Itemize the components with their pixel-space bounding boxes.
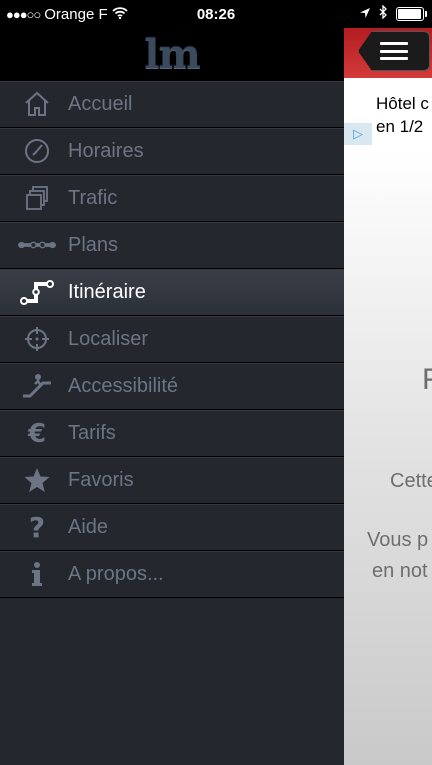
question-icon: ? xyxy=(17,512,57,542)
menu-item-star[interactable]: Favoris xyxy=(0,457,344,504)
menu-list: Accueil Horaires Trafic Plans Itinéraire Loca… xyxy=(0,81,344,598)
content-text-1: Cette xyxy=(390,470,432,492)
menu-item-label: Itinéraire xyxy=(68,280,146,303)
euro-icon: € xyxy=(17,418,57,448)
app-logo: lm xyxy=(144,31,201,78)
route-icon xyxy=(17,277,57,307)
clock-icon xyxy=(17,136,57,166)
svg-text:€: € xyxy=(27,419,46,447)
status-bar: ●●●○○ Orange F 08:26 xyxy=(0,0,432,28)
menu-item-route[interactable]: Itinéraire xyxy=(0,269,344,316)
menu-item-question[interactable]: ? Aide xyxy=(0,504,344,551)
ad-choices-icon[interactable]: ▷ xyxy=(344,123,372,145)
status-right xyxy=(359,4,427,23)
menu-toggle-button[interactable] xyxy=(358,31,430,71)
menu-item-traffic[interactable]: Trafic xyxy=(0,175,344,222)
escalator-icon xyxy=(17,371,57,401)
ad-line-1: Hôtel c xyxy=(376,94,429,113)
traffic-icon xyxy=(17,183,57,213)
menu-item-map-line[interactable]: Plans xyxy=(0,222,344,269)
menu-item-escalator[interactable]: Accessibilité xyxy=(0,363,344,410)
menu-item-home[interactable]: Accueil xyxy=(0,81,344,128)
main-content: Hôtel c en 1/2 ▷ F Cette Vous p en not xyxy=(344,28,432,765)
battery-icon xyxy=(396,7,427,21)
menu-item-label: Trafic xyxy=(68,186,118,209)
hamburger-icon xyxy=(380,42,408,60)
home-icon xyxy=(17,89,57,119)
menu-item-label: A propos... xyxy=(68,562,164,585)
ad-banner-text[interactable]: Hôtel c en 1/2 xyxy=(376,92,429,138)
location-arrow-icon xyxy=(359,6,371,23)
crosshair-icon xyxy=(17,324,57,354)
menu-item-euro[interactable]: € Tarifs xyxy=(0,410,344,457)
menu-item-label: Localiser xyxy=(68,327,149,350)
svg-text:?: ? xyxy=(29,513,45,541)
menu-item-label: Plans xyxy=(68,233,119,256)
ad-line-2: en 1/2 xyxy=(376,117,424,136)
menu-item-label: Favoris xyxy=(68,468,134,491)
menu-item-info[interactable]: A propos... xyxy=(0,551,344,598)
menu-item-label: Tarifs xyxy=(68,421,116,444)
content-heading: F xyxy=(422,363,432,396)
side-menu: lm Accueil Horaires Trafic Plans Itinéraire L… xyxy=(0,28,344,765)
star-icon xyxy=(17,465,57,495)
bluetooth-icon xyxy=(379,4,388,23)
content-header xyxy=(344,28,432,78)
menu-header: lm xyxy=(0,28,344,81)
menu-item-clock[interactable]: Horaires xyxy=(0,128,344,175)
menu-item-label: Accessibilité xyxy=(68,374,179,397)
content-text-2: Vous p xyxy=(367,529,429,551)
map-line-icon xyxy=(17,230,57,260)
content-text-3: en not xyxy=(372,560,428,582)
menu-item-crosshair[interactable]: Localiser xyxy=(0,316,344,363)
menu-item-label: Aide xyxy=(68,515,109,538)
menu-item-label: Horaires xyxy=(68,139,144,162)
info-icon xyxy=(17,559,57,589)
menu-item-label: Accueil xyxy=(68,92,133,115)
